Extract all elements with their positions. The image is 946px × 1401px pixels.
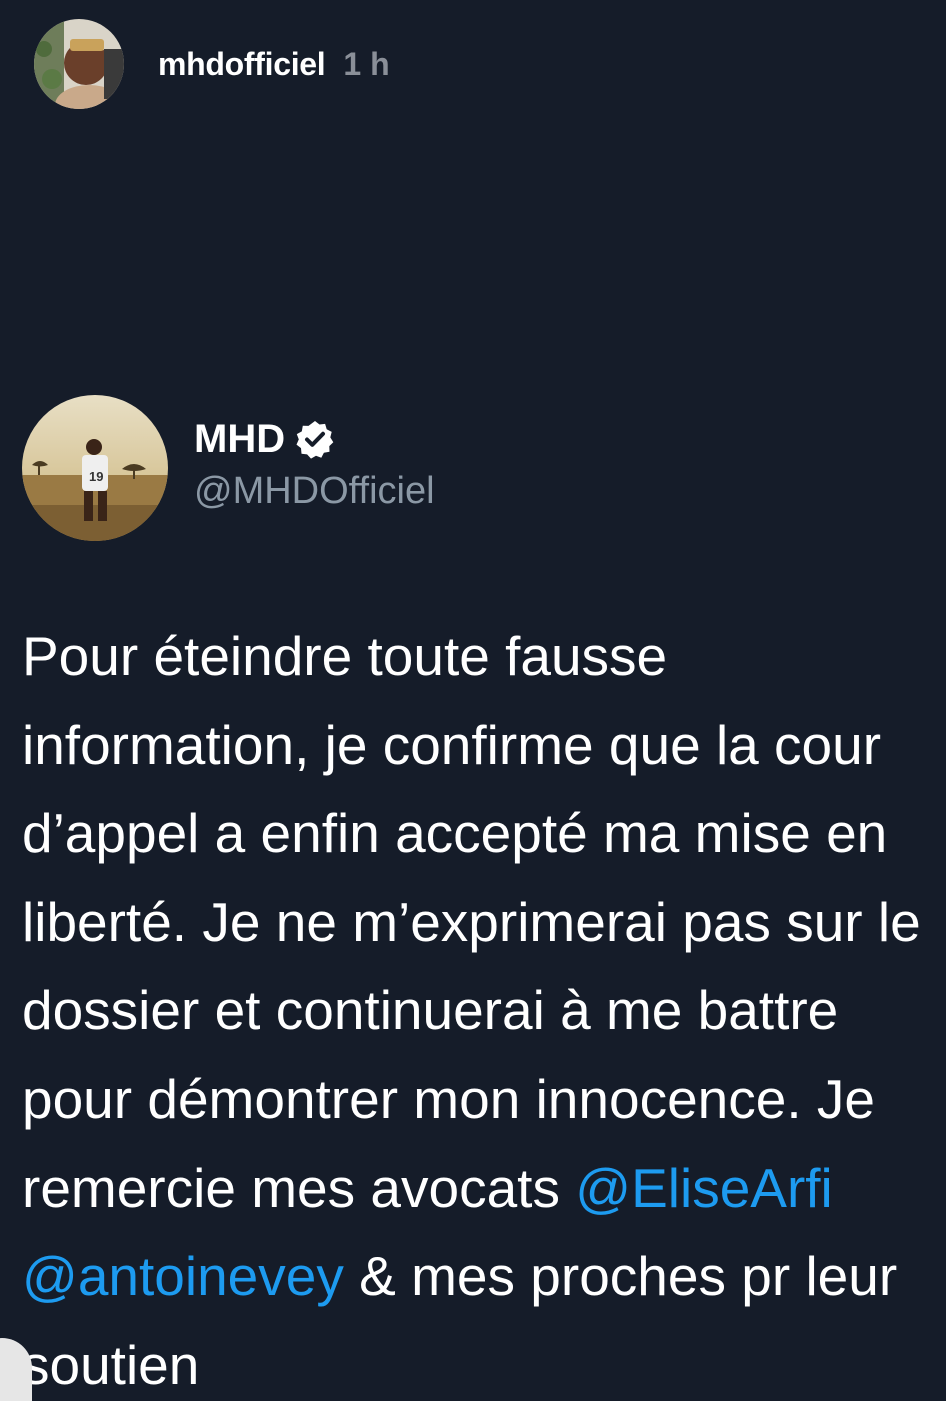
tweet-text-segment: pour démontrer mon innocence. Je <box>22 1067 875 1130</box>
tweet-author: 19 MHD @MHDOfficiel <box>22 395 435 541</box>
tweet-text-line: soutien <box>22 1321 946 1401</box>
tweet-text-segment: d’appel a enfin accepté ma mise en <box>22 802 888 865</box>
tweet-body: Pour éteindre toute fausse information, j… <box>22 612 946 1401</box>
tweet-text-line: liberté. Je ne m’exprimerai pas sur le <box>22 878 946 967</box>
profile-avatar-icon: 19 <box>22 395 168 541</box>
mention-link[interactable]: @EliseArfi <box>575 1157 833 1219</box>
story-frame: mhdofficiel 1 h 19 MHD @MHDOfficiel Pour… <box>0 0 946 1401</box>
tweet-text-line: Pour éteindre toute fausse <box>22 612 946 701</box>
tweet-text-segment: remercie mes avocats <box>22 1156 576 1219</box>
tweet-names: MHD @MHDOfficiel <box>194 417 435 513</box>
tweet-text-line: remercie mes avocats @EliseArfi <box>22 1144 946 1233</box>
tweet-text-segment: soutien <box>22 1333 200 1396</box>
tweet-text-line: d’appel a enfin accepté ma mise en <box>22 789 946 878</box>
tweet-display-name[interactable]: MHD <box>194 417 285 461</box>
story-timestamp: 1 h <box>343 45 390 82</box>
tweet-display-row: MHD <box>194 417 435 461</box>
tweet-handle[interactable]: @MHDOfficiel <box>194 470 435 513</box>
tweet-text-line: information, je confirme que la cour <box>22 701 946 790</box>
tweet-text-segment: & mes proches pr leur <box>343 1245 898 1308</box>
profile-avatar-icon <box>34 19 124 109</box>
tweet-text-segment: dossier et continuerai à me battre <box>22 979 839 1042</box>
verified-badge-icon <box>295 419 335 459</box>
tweet-text-line: @antoinevey & mes proches pr leur <box>22 1232 946 1321</box>
tweet-avatar[interactable]: 19 <box>22 395 168 541</box>
tweet-text-segment: information, je confirme que la cour <box>22 713 882 776</box>
tweet-text-segment: liberté. Je ne m’exprimerai pas sur le <box>22 890 921 953</box>
svg-text:19: 19 <box>89 469 103 484</box>
mention-link[interactable]: @antoinevey <box>22 1245 344 1307</box>
tweet-text-segment: Pour éteindre toute fausse <box>22 625 668 687</box>
tweet-text-line: pour démontrer mon innocence. Je <box>22 1055 946 1144</box>
story-header: mhdofficiel 1 h <box>34 18 390 110</box>
story-username[interactable]: mhdofficiel <box>158 46 326 83</box>
story-avatar[interactable] <box>34 19 124 109</box>
tweet-text-line: dossier et continuerai à me battre <box>22 966 946 1055</box>
